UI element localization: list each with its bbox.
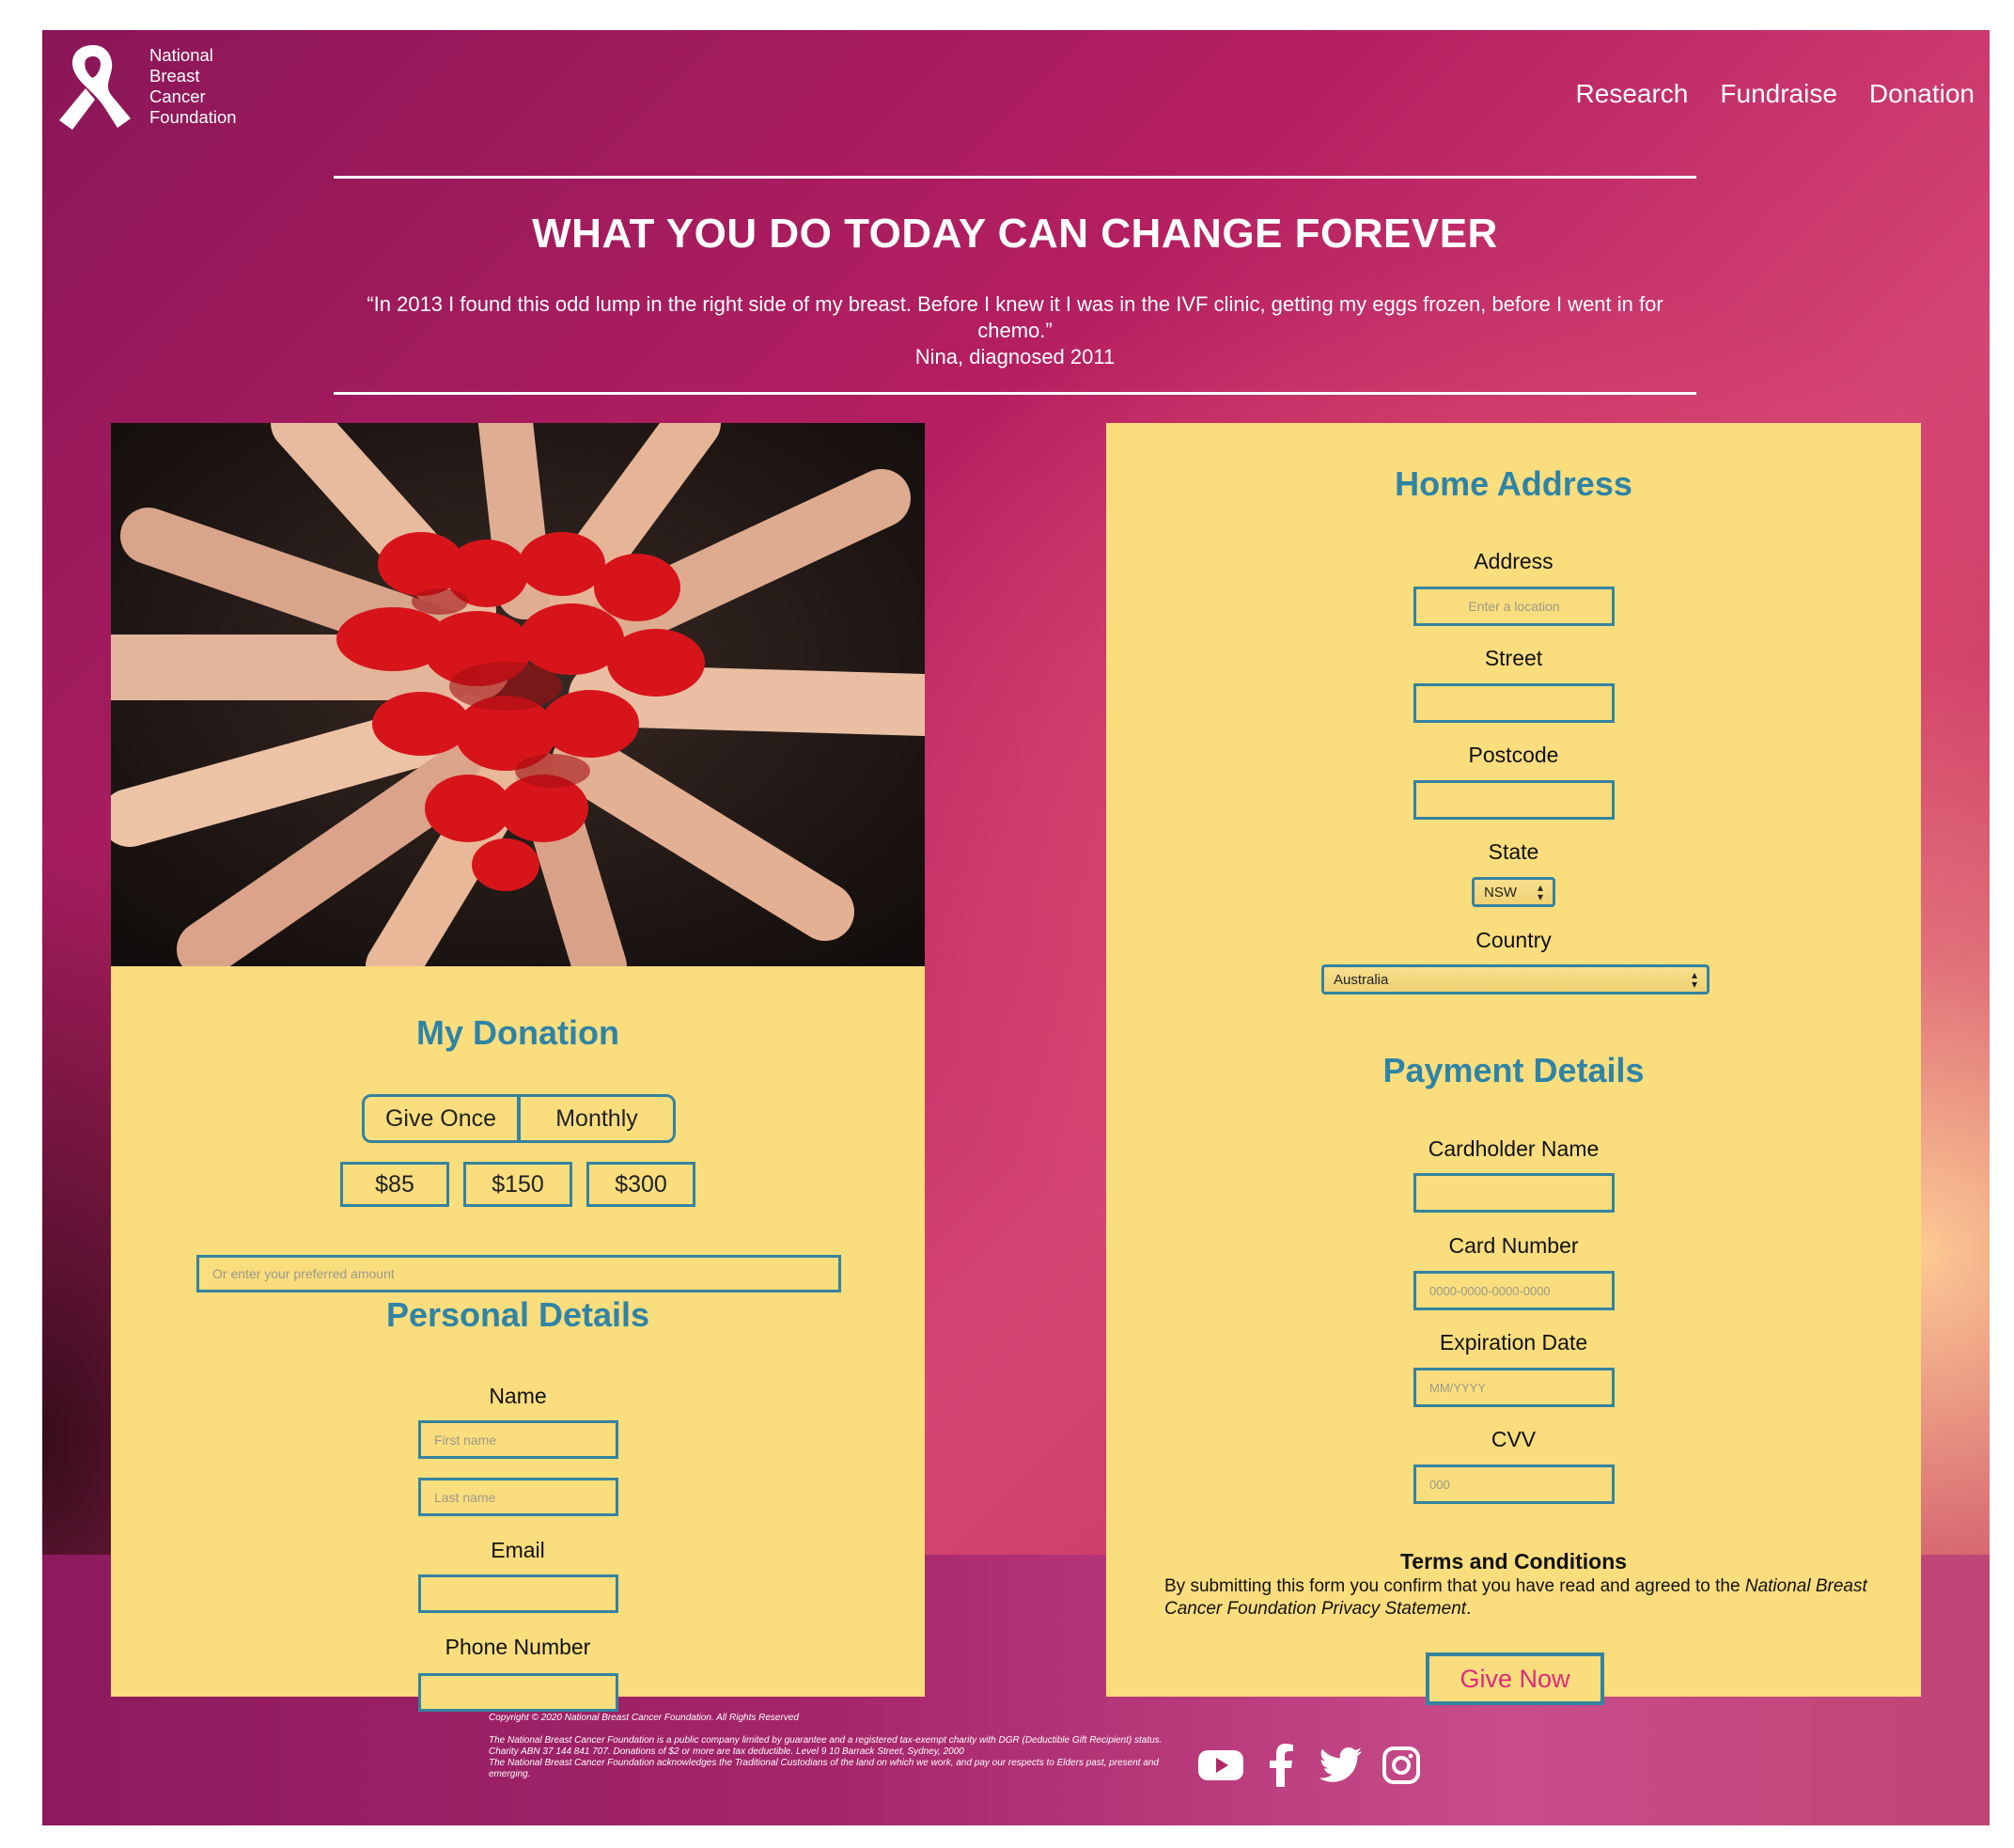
hero-quote: “In 2013 I found this odd lump in the ri… xyxy=(367,292,1663,342)
state-label: State xyxy=(1488,839,1539,864)
frequency-toggle: Give Once Monthly xyxy=(362,1094,676,1143)
footer-line: Charity ABN 37 144 841 707. Donations of… xyxy=(489,1746,964,1757)
last-name-input[interactable] xyxy=(418,1478,618,1516)
postcode-input[interactable] xyxy=(1413,780,1615,820)
select-arrows-icon: ▴ ▾ xyxy=(1537,881,1543,903)
country-select[interactable]: Australia ▴ ▾ xyxy=(1321,964,1710,994)
brand-name-line: Breast xyxy=(149,66,200,86)
logo[interactable]: National Breast Cancer Foundation xyxy=(55,41,262,133)
youtube-icon[interactable] xyxy=(1198,1743,1243,1788)
first-name-input[interactable] xyxy=(418,1420,618,1459)
nav-research-link[interactable]: Research xyxy=(1576,79,1689,109)
home-address-heading: Home Address xyxy=(1395,464,1632,503)
nav-fundraise-link[interactable]: Fundraise xyxy=(1720,79,1837,109)
terms-text-plain: By submitting this form you confirm that… xyxy=(1164,1576,1745,1596)
street-input[interactable] xyxy=(1413,683,1615,723)
phone-label: Phone Number xyxy=(445,1635,591,1659)
ribbon-logo-icon xyxy=(59,45,131,130)
terms-text: By submitting this form you confirm that… xyxy=(1164,1575,1879,1621)
my-donation-heading: My Donation xyxy=(416,1013,619,1052)
address-label: Address xyxy=(1474,549,1553,573)
amount-85-button[interactable]: $85 xyxy=(340,1162,449,1207)
phone-input[interactable] xyxy=(418,1673,618,1712)
amount-300-button[interactable]: $300 xyxy=(586,1162,695,1207)
social-links xyxy=(1198,1743,1424,1788)
terms-title: Terms and Conditions xyxy=(1399,1549,1628,1574)
email-label: Email xyxy=(491,1538,545,1562)
footer-line: The National Breast Cancer Foundation is… xyxy=(489,1735,1163,1746)
address-payment-panel: Home Address Address Street Postcode Sta… xyxy=(1106,423,1921,1705)
nav-donation-link[interactable]: Donation xyxy=(1869,79,1975,109)
hero-quote-block: “In 2013 I found this odd lump in the ri… xyxy=(343,291,1687,370)
brand-name-line: Foundation xyxy=(149,107,237,127)
cardholder-input[interactable] xyxy=(1413,1173,1615,1213)
expiry-label: Expiration Date xyxy=(1439,1330,1588,1355)
instagram-icon[interactable] xyxy=(1379,1743,1424,1788)
twitter-icon[interactable] xyxy=(1319,1743,1364,1788)
donation-panel: My Donation Give Once Monthly $85 $150 $… xyxy=(111,423,925,1712)
facebook-icon[interactable] xyxy=(1258,1743,1304,1788)
copyright-text: Copyright © 2020 National Breast Cancer … xyxy=(489,1713,799,1723)
card-number-label: Card Number xyxy=(1448,1233,1579,1258)
main-nav: Research Fundraise Donation xyxy=(1576,79,1975,109)
give-now-button[interactable]: Give Now xyxy=(1426,1652,1604,1705)
terms-text-end: . xyxy=(1466,1599,1472,1619)
cvv-input[interactable] xyxy=(1413,1464,1615,1504)
country-label: Country xyxy=(1475,928,1552,952)
hero-title: WHAT YOU DO TODAY CAN CHANGE FOREVER xyxy=(532,211,1498,257)
cvv-label: CVV xyxy=(1491,1427,1537,1451)
hero-attribution: Nina, diagnosed 2011 xyxy=(914,345,1116,368)
country-select-value: Australia xyxy=(1334,971,1389,988)
expiry-input[interactable] xyxy=(1413,1368,1615,1407)
state-select[interactable]: NSW ▴ ▾ xyxy=(1472,877,1555,907)
page-background: National Breast Cancer Foundation Resear… xyxy=(42,30,1990,1825)
state-select-value: NSW xyxy=(1484,884,1517,901)
select-arrows-icon: ▴ ▾ xyxy=(1691,968,1697,991)
personal-details-heading: Personal Details xyxy=(385,1295,650,1334)
amount-150-button[interactable]: $150 xyxy=(463,1162,572,1207)
brand-name-line: Cancer xyxy=(149,86,206,106)
give-once-option[interactable]: Give Once xyxy=(365,1097,517,1140)
brand-name-line: National xyxy=(149,45,213,65)
monthly-option[interactable]: Monthly xyxy=(517,1097,673,1140)
custom-amount-input[interactable] xyxy=(196,1255,841,1292)
name-label: Name xyxy=(489,1384,547,1408)
street-label: Street xyxy=(1484,646,1543,670)
footer-line: The National Breast Cancer Foundation ac… xyxy=(489,1758,1159,1779)
painted-hands-photo xyxy=(111,423,925,966)
hero-divider-bottom xyxy=(334,392,1696,395)
payment-details-heading: Payment Details xyxy=(1382,1051,1645,1089)
hero-divider-top xyxy=(334,176,1696,179)
brand-name: National Breast Cancer Foundation xyxy=(149,45,262,128)
cardholder-label: Cardholder Name xyxy=(1428,1136,1600,1161)
footer-legal: Copyright © 2020 National Breast Cancer … xyxy=(489,1713,1165,1780)
address-input[interactable] xyxy=(1413,587,1615,626)
card-number-input[interactable] xyxy=(1413,1271,1615,1310)
postcode-label: Postcode xyxy=(1468,743,1559,767)
email-input[interactable] xyxy=(418,1574,618,1613)
